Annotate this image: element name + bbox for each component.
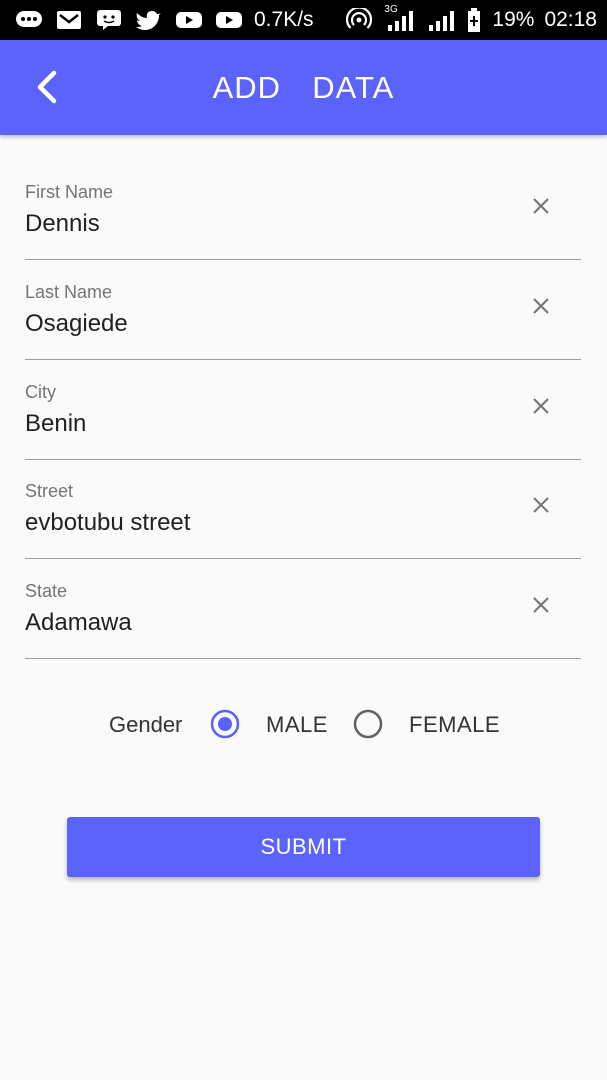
street-label: Street — [25, 481, 74, 501]
close-icon — [532, 496, 550, 519]
last-name-input[interactable]: Osagiede — [25, 310, 505, 338]
close-icon — [532, 397, 550, 420]
network-speed: 0.7K/s — [254, 8, 314, 31]
clear-street-button[interactable] — [529, 495, 553, 519]
last-name-label: Last Name — [25, 282, 113, 302]
state-label: State — [25, 581, 68, 601]
city-field: City Benin — [25, 370, 581, 460]
battery-charging-icon — [466, 8, 482, 32]
street-field: Street evbotubu street — [25, 469, 581, 559]
gender-selector: Gender MALE FEMALE — [0, 700, 607, 748]
clear-state-button[interactable] — [529, 595, 553, 619]
signal-icon — [426, 8, 456, 32]
twitter-icon — [134, 8, 164, 32]
state-input[interactable]: Adamawa — [25, 609, 505, 637]
street-input[interactable]: evbotubu street — [25, 509, 505, 537]
messenger-icon — [94, 8, 124, 32]
close-icon — [532, 197, 550, 220]
app-bar: ADD DATA — [0, 40, 607, 135]
female-label[interactable]: FEMALE — [409, 712, 500, 738]
network-type-label: 3G — [384, 4, 398, 15]
close-icon — [532, 596, 550, 619]
state-field: State Adamawa — [25, 569, 581, 659]
chat-bubble-icon — [14, 8, 44, 32]
city-input[interactable]: Benin — [25, 410, 505, 438]
female-radio[interactable] — [353, 709, 383, 739]
clock: 02:18 — [544, 8, 597, 31]
male-radio[interactable] — [210, 709, 240, 739]
youtube-icon — [174, 8, 204, 32]
first-name-field: First Name Dennis — [25, 170, 581, 260]
submit-button[interactable]: SUBMIT — [67, 817, 540, 877]
gender-label: Gender — [109, 712, 183, 737]
signal-3g-icon: 3G — [384, 4, 416, 32]
close-icon — [532, 297, 550, 320]
clear-last-name-button[interactable] — [529, 296, 553, 320]
clear-city-button[interactable] — [529, 396, 553, 420]
notification-icons: 0.7K/s — [14, 8, 314, 32]
hotspot-icon — [344, 8, 374, 32]
youtube-icon — [214, 8, 244, 32]
first-name-label: First Name — [25, 182, 114, 202]
last-name-field: Last Name Osagiede — [25, 270, 581, 360]
page-title: ADD DATA — [212, 70, 395, 105]
status-bar: 0.7K/s 3G 19% 02:18 — [0, 0, 607, 40]
city-label: City — [25, 382, 56, 402]
first-name-input[interactable]: Dennis — [25, 210, 505, 238]
clear-first-name-button[interactable] — [529, 196, 553, 220]
gmail-icon — [54, 8, 84, 32]
male-label[interactable]: MALE — [266, 712, 328, 738]
battery-level: 19% — [492, 8, 535, 31]
